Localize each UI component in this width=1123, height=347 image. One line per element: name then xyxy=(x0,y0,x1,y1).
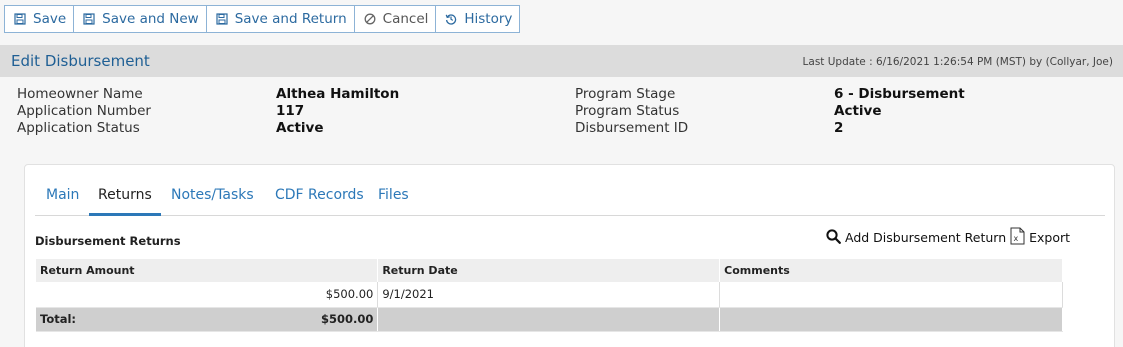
table-row[interactable]: $500.00 9/1/2021 xyxy=(36,282,1063,308)
tab-main[interactable]: Main xyxy=(46,187,79,203)
svg-text:x: x xyxy=(1014,234,1019,243)
save-label: Save xyxy=(33,11,67,27)
homeowner-name-label: Homeowner Name xyxy=(17,86,143,102)
save-and-return-label: Save and Return xyxy=(234,11,347,27)
header-band: Edit Disbursement Last Update : 6/16/202… xyxy=(0,45,1123,77)
total-empty-cell xyxy=(719,307,1063,332)
tab-files[interactable]: Files xyxy=(378,187,409,203)
application-number-label: Application Number xyxy=(17,103,151,119)
last-update-text: Last Update : 6/16/2021 1:26:54 PM (MST)… xyxy=(802,56,1113,68)
tab-bar: Main Returns Notes/Tasks CDF Records Fil… xyxy=(35,179,1105,216)
returns-table: Return Amount Return Date Comments $500.… xyxy=(36,259,1063,332)
column-header-return-amount[interactable]: Return Amount xyxy=(36,259,379,282)
cancel-label: Cancel xyxy=(382,11,429,27)
page-title: Edit Disbursement xyxy=(11,52,150,70)
application-status-value: Active xyxy=(276,120,324,136)
total-row: Total: $500.00 xyxy=(36,307,1063,332)
export-label: Export xyxy=(1029,230,1071,245)
add-disbursement-return-label: Add Disbursement Return xyxy=(845,230,1007,245)
total-value: $500.00 xyxy=(320,312,374,326)
floppy-disk-icon xyxy=(83,13,95,25)
application-number-value: 117 xyxy=(276,103,305,119)
save-and-new-button[interactable]: Save and New xyxy=(73,5,207,33)
program-status-label: Program Status xyxy=(575,103,680,119)
tab-cdf-records[interactable]: CDF Records xyxy=(275,187,364,203)
excel-file-icon: x xyxy=(1010,227,1025,248)
disbursement-id-label: Disbursement ID xyxy=(575,120,689,136)
disbursement-id-value: 2 xyxy=(834,120,844,136)
application-status-label: Application Status xyxy=(17,120,140,136)
program-status-value: Active xyxy=(834,103,882,119)
section-title: Disbursement Returns xyxy=(35,234,181,248)
active-tab-indicator xyxy=(89,213,161,216)
history-button[interactable]: History xyxy=(435,5,521,33)
program-stage-value: 6 - Disbursement xyxy=(834,86,965,102)
column-header-return-date[interactable]: Return Date xyxy=(377,259,721,282)
total-cell: Total: $500.00 xyxy=(36,307,379,332)
info-labels-right: Program Stage Program Status Disbursemen… xyxy=(575,86,688,137)
return-amount-cell: $500.00 xyxy=(36,282,379,308)
save-and-new-label: Save and New xyxy=(102,11,199,27)
search-icon xyxy=(826,228,841,247)
column-header-comments[interactable]: Comments xyxy=(719,259,1063,282)
homeowner-name-value: Althea Hamilton xyxy=(276,86,400,102)
save-button[interactable]: Save xyxy=(4,5,75,33)
content-panel: Main Returns Notes/Tasks CDF Records Fil… xyxy=(24,164,1115,347)
tab-returns[interactable]: Returns xyxy=(98,187,152,203)
floppy-disk-icon xyxy=(14,13,26,25)
info-labels-left: Homeowner Name Application Number Applic… xyxy=(17,86,151,137)
save-and-return-button[interactable]: Save and Return xyxy=(205,5,355,33)
export-button[interactable]: x Export xyxy=(1010,227,1070,248)
tab-notes-tasks[interactable]: Notes/Tasks xyxy=(171,187,254,203)
grid-actions: Add Disbursement Return x Export xyxy=(826,227,1070,248)
program-stage-label: Program Stage xyxy=(575,86,676,102)
info-values-right: 6 - Disbursement Active 2 xyxy=(834,86,965,137)
total-empty-cell xyxy=(377,307,721,332)
add-disbursement-return-button[interactable]: Add Disbursement Return xyxy=(826,228,1007,247)
floppy-disk-icon xyxy=(216,13,228,25)
total-label: Total: xyxy=(40,312,77,326)
table-header-row: Return Amount Return Date Comments xyxy=(36,259,1063,282)
info-values-left: Althea Hamilton 117 Active xyxy=(276,86,399,137)
return-date-cell: 9/1/2021 xyxy=(377,282,721,308)
history-label: History xyxy=(464,11,513,27)
cancel-button[interactable]: Cancel xyxy=(353,5,437,33)
ban-icon xyxy=(364,13,376,25)
history-icon xyxy=(445,13,457,25)
toolbar: Save Save and New Save and Return Cancel… xyxy=(4,5,521,34)
comments-cell xyxy=(719,282,1063,308)
